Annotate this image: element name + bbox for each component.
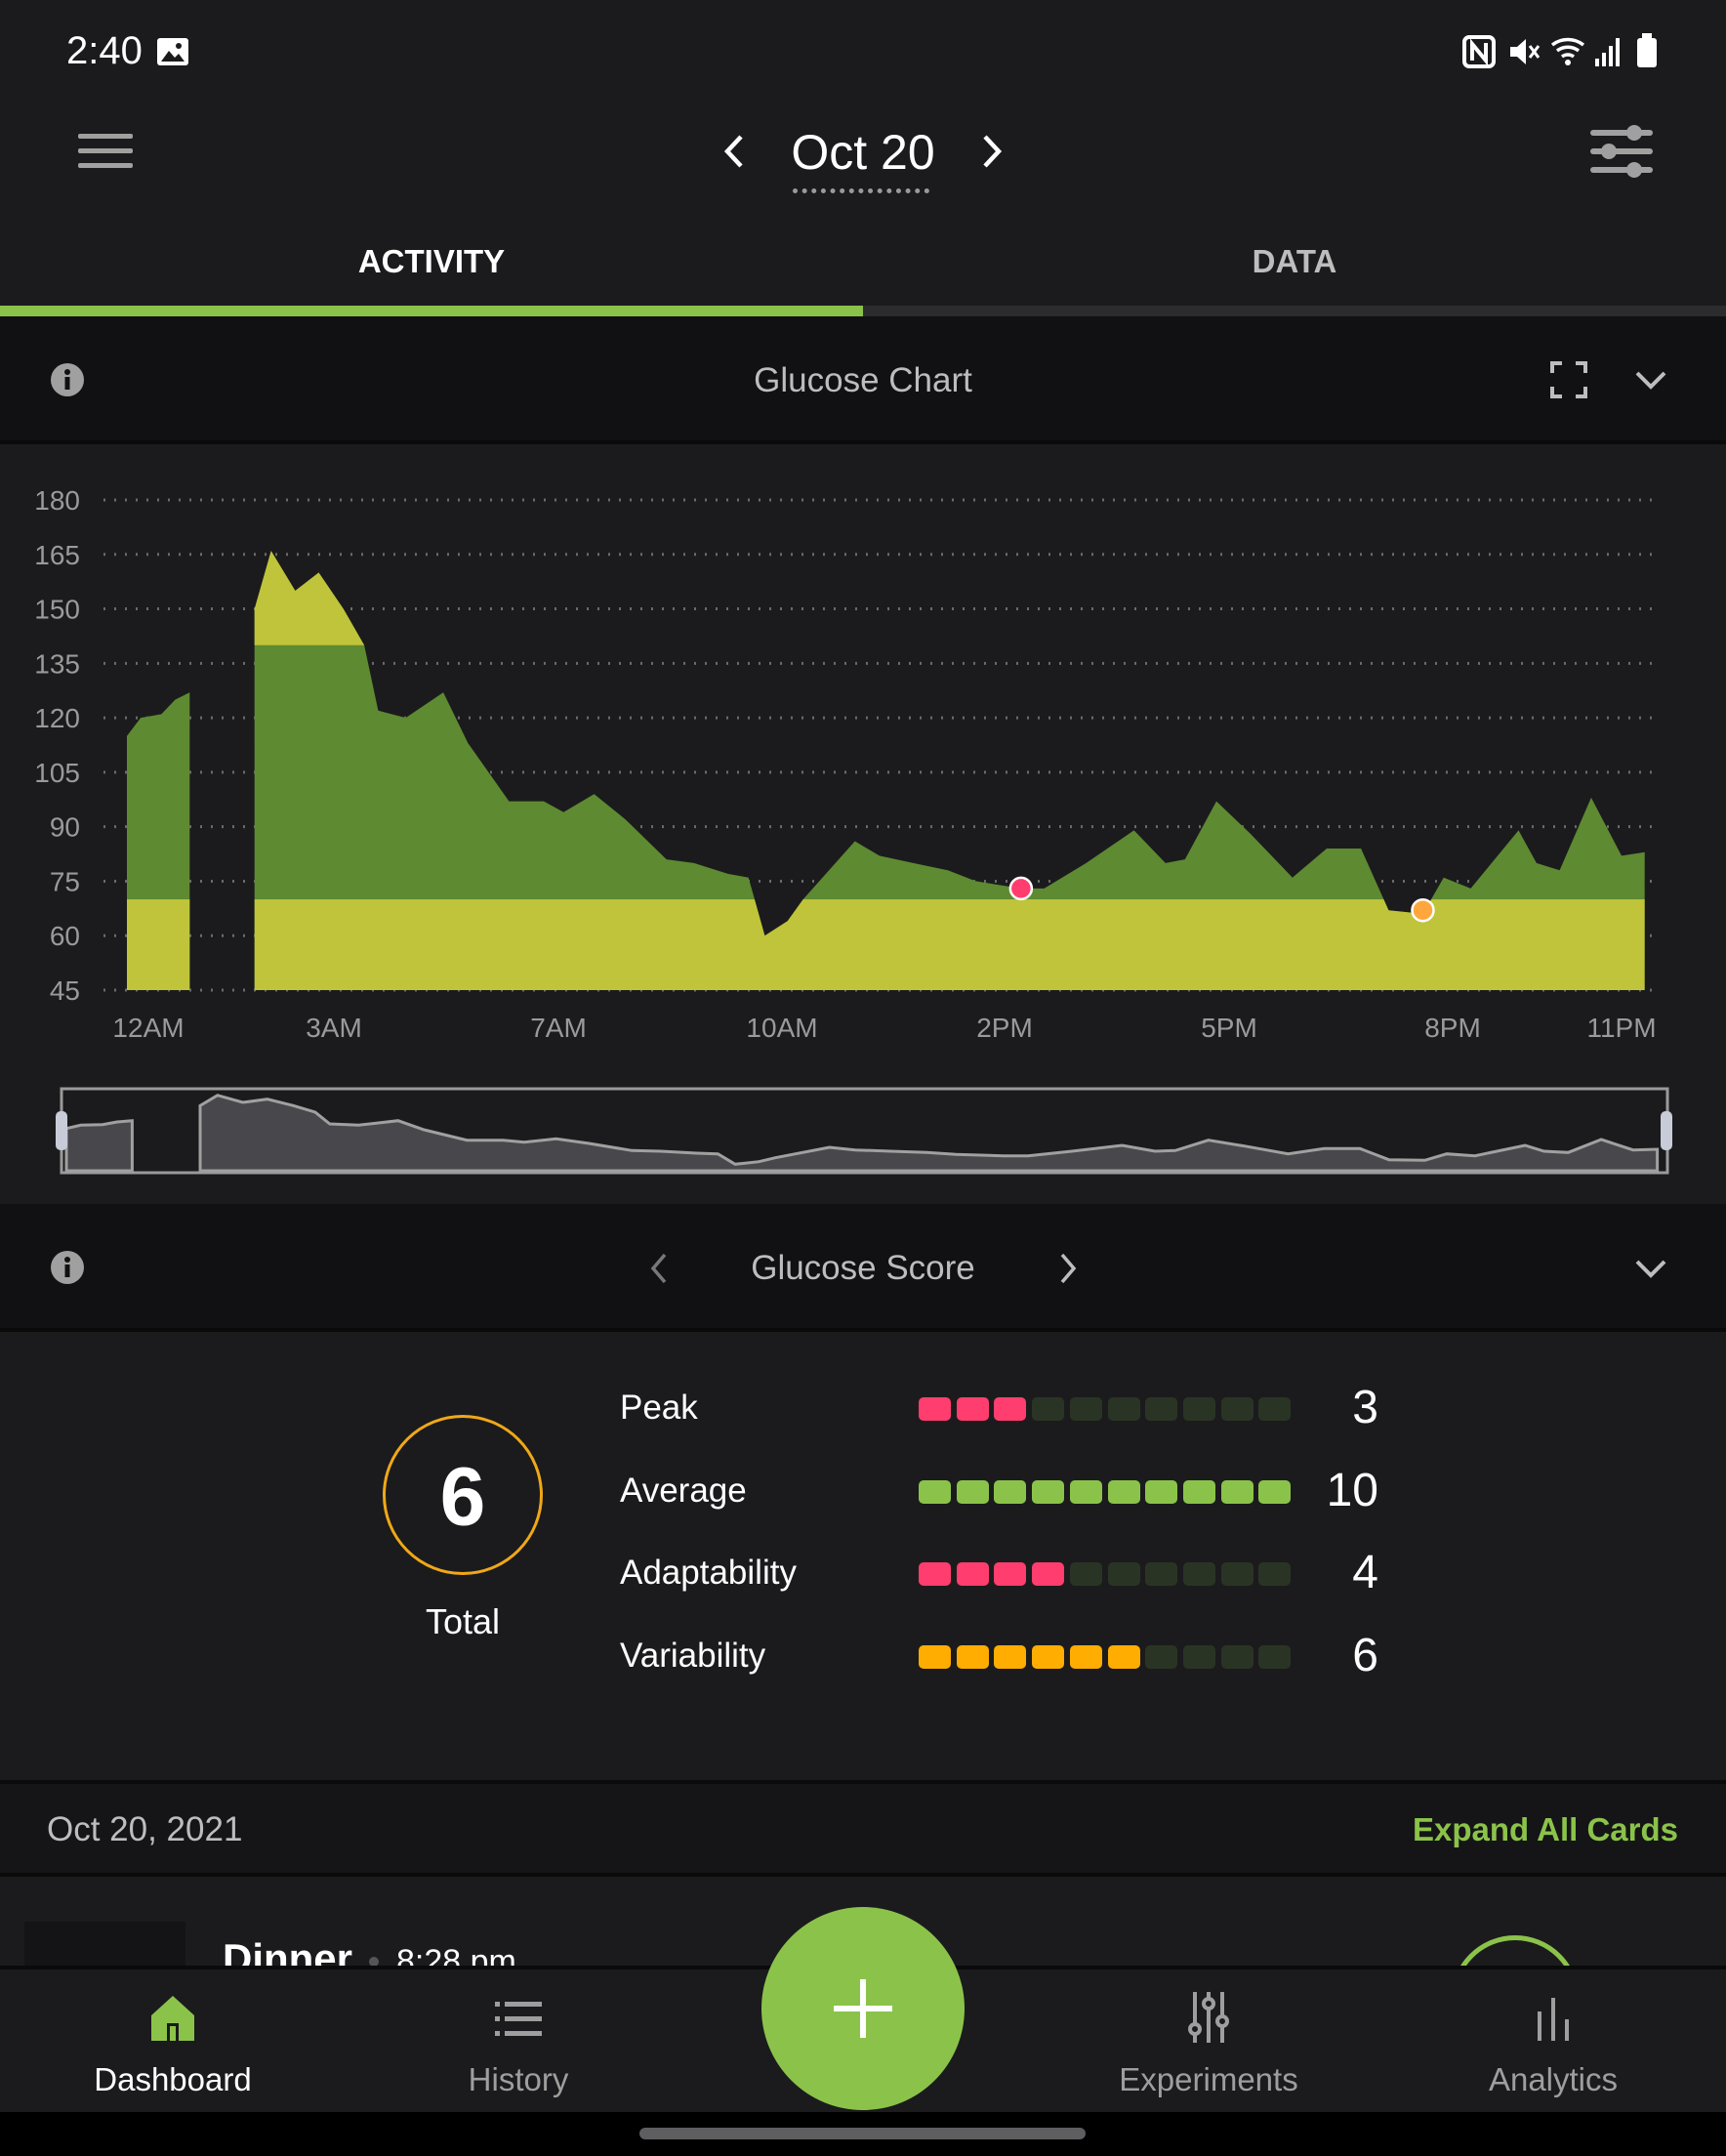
y-tick-label: 75	[50, 866, 80, 896]
score-value: 10	[1326, 1465, 1378, 1516]
y-tick-label: 120	[34, 703, 80, 733]
separator-dot	[369, 1957, 379, 1966]
day-date: Oct 20, 2021	[47, 1810, 243, 1848]
score-segment-empty	[1069, 1397, 1102, 1421]
score-segment-filled	[1032, 1562, 1065, 1586]
x-tick-label: 12AM	[112, 1013, 184, 1043]
score-segment-filled	[919, 1397, 951, 1421]
score-label-adaptability: Adaptability	[620, 1554, 797, 1592]
score-label-average: Average	[620, 1472, 747, 1510]
info-icon[interactable]	[50, 1250, 85, 1285]
score-segment-filled	[1069, 1480, 1102, 1504]
meal-thumbnail	[24, 1922, 185, 1966]
nav-label: Experiments	[1119, 2061, 1298, 2097]
score-segment-filled	[1069, 1645, 1102, 1669]
x-tick-label: 7AM	[530, 1013, 587, 1043]
glucose-chart[interactable]: 180 165 150 135 120 105 90 75 60 45 12AM 3AM 7AM 10AM…	[0, 0, 1726, 1211]
event-marker	[1411, 897, 1435, 923]
y-tick-label: 60	[50, 921, 80, 951]
score-segment-filled	[919, 1562, 951, 1586]
x-tick-label: 3AM	[306, 1013, 362, 1043]
score-segment-filled	[1145, 1480, 1178, 1504]
score-segment-filled	[1220, 1480, 1253, 1504]
score-segment-filled	[1107, 1480, 1140, 1504]
meal-time: 8:28 pm	[396, 1943, 516, 1966]
glucose-area-above-range	[127, 551, 1645, 645]
nav-label: Analytics	[1488, 2061, 1619, 2097]
collapse-chevron-icon[interactable]	[1634, 1258, 1667, 1279]
score-segment-filled	[994, 1562, 1027, 1586]
score-segment-empty	[1107, 1562, 1140, 1586]
score-value: 3	[1352, 1382, 1378, 1433]
score-segment-filled	[994, 1397, 1027, 1421]
total-score: 6	[439, 1450, 486, 1543]
x-tick-label: 5PM	[1201, 1013, 1257, 1043]
score-segment-filled	[919, 1645, 951, 1669]
nav-dashboard[interactable]: Dashboard	[75, 1982, 270, 2109]
y-tick-label: 150	[34, 595, 80, 625]
score-label-variability: Variability	[620, 1637, 766, 1675]
y-tick-label: 180	[34, 485, 80, 516]
y-tick-label: 165	[34, 540, 80, 570]
y-tick-label: 45	[50, 975, 80, 1006]
score-segment-filled	[1032, 1480, 1065, 1504]
bar-chart-icon	[1538, 1998, 1569, 2041]
score-segment-filled	[919, 1480, 951, 1504]
navigator-right-handle[interactable]	[1661, 1111, 1672, 1150]
score-segment-empty	[1220, 1562, 1253, 1586]
x-tick-label: 2PM	[976, 1013, 1033, 1043]
score-segment-empty	[1182, 1562, 1215, 1586]
score-label-peak: Peak	[620, 1389, 698, 1427]
list-icon	[495, 2002, 542, 2036]
x-tick-label: 11PM	[1586, 1013, 1656, 1043]
plus-icon	[834, 1979, 892, 2038]
y-tick-label: 135	[34, 648, 80, 679]
score-segment-filled	[956, 1397, 989, 1421]
score-segment-empty	[1182, 1645, 1215, 1669]
previous-score-chevron-icon[interactable]	[648, 1252, 670, 1285]
score-segment-filled	[956, 1645, 989, 1669]
score-segment-filled	[956, 1562, 989, 1586]
x-tick-label: 10AM	[746, 1013, 817, 1043]
meal-title: Dinner	[223, 1935, 353, 1966]
nav-label: Dashboard	[94, 2061, 252, 2097]
score-segment-empty	[1145, 1562, 1178, 1586]
score-value: 4	[1352, 1547, 1378, 1598]
home-indicator[interactable]	[639, 2128, 1086, 2139]
score-segment-empty	[1145, 1645, 1178, 1669]
meal-score-ring	[1451, 1935, 1580, 1966]
nav-label: History	[468, 2061, 569, 2097]
score-segment-empty	[1032, 1397, 1065, 1421]
navigator-left-handle[interactable]	[56, 1111, 67, 1150]
score-segment-filled	[994, 1480, 1027, 1504]
navigator-series	[64, 1119, 134, 1173]
score-segment-empty	[1069, 1562, 1102, 1586]
score-segment-empty	[1107, 1397, 1140, 1421]
score-segment-filled	[994, 1645, 1027, 1669]
score-segment-empty	[1220, 1397, 1253, 1421]
score-segment-filled	[1032, 1645, 1065, 1669]
score-segment-filled	[956, 1480, 989, 1504]
total-label: Total	[425, 1601, 501, 1641]
score-segment-empty	[1220, 1645, 1253, 1669]
score-segment-filled	[1182, 1480, 1215, 1504]
score-segment-filled	[1107, 1645, 1140, 1669]
score-segment-empty	[1182, 1397, 1215, 1421]
home-icon	[151, 1996, 194, 2041]
x-tick-label: 8PM	[1424, 1013, 1481, 1043]
y-tick-label: 90	[50, 812, 80, 843]
glucose-score-title: Glucose Score	[751, 1249, 975, 1287]
nav-experiments[interactable]: Experiments	[1111, 1982, 1306, 2109]
expand-all-cards-button[interactable]: Expand All Cards	[1413, 1811, 1678, 1848]
nav-history[interactable]: History	[421, 1982, 616, 2109]
experiments-icon	[1188, 1992, 1229, 2043]
score-value: 6	[1352, 1630, 1378, 1681]
event-marker	[1008, 876, 1034, 901]
nav-analytics[interactable]: Analytics	[1456, 1982, 1651, 2109]
score-segment-empty	[1145, 1397, 1178, 1421]
add-entry-button[interactable]	[761, 1907, 965, 2110]
y-tick-label: 105	[34, 758, 80, 788]
next-score-chevron-icon[interactable]	[1057, 1252, 1079, 1285]
